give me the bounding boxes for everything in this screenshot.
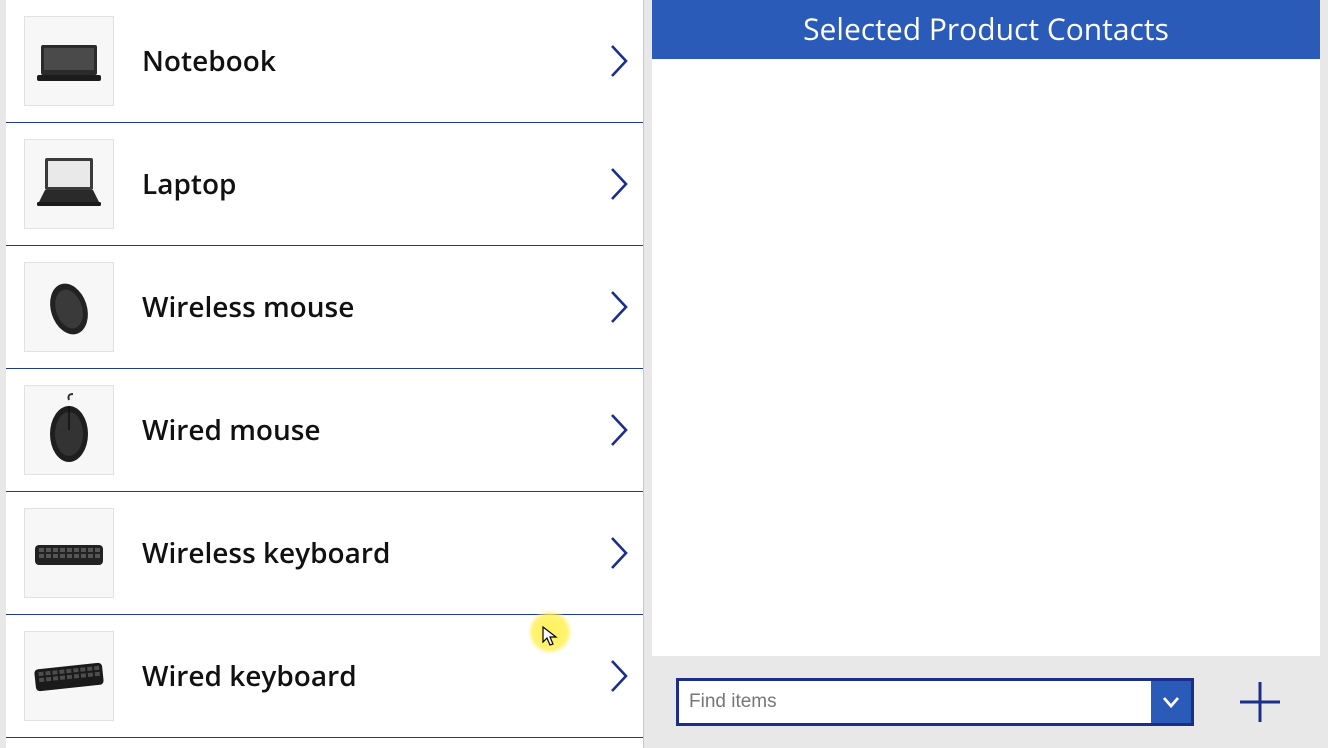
chevron-right-icon	[603, 654, 635, 698]
laptop-closed-icon	[29, 21, 109, 101]
keyboard-icon	[29, 513, 109, 593]
product-row-notebook[interactable]: Notebook	[6, 0, 643, 123]
product-row-wired-mouse[interactable]: Wired mouse	[6, 369, 643, 492]
product-list-scroll[interactable]: Notebook Laptop	[6, 0, 643, 748]
chevron-right-icon	[603, 162, 635, 206]
plus-icon	[1236, 678, 1284, 726]
add-button[interactable]	[1234, 676, 1286, 728]
chevron-right-icon	[603, 285, 635, 329]
mouse-icon	[29, 267, 109, 347]
laptop-open-icon	[29, 144, 109, 224]
product-label: Wireless keyboard	[114, 534, 603, 572]
contacts-header: Selected Product Contacts	[652, 0, 1320, 59]
combo-dropdown-button[interactable]	[1151, 681, 1191, 723]
product-thumb-notebook	[24, 16, 114, 106]
product-row-wireless-mouse[interactable]: Wireless mouse	[6, 246, 643, 369]
product-label: Wired keyboard	[114, 657, 603, 695]
mouse-wired-icon	[29, 390, 109, 470]
product-label: Laptop	[114, 165, 603, 203]
product-thumb-wireless-mouse	[24, 262, 114, 352]
product-thumb-laptop	[24, 139, 114, 229]
product-row-laptop[interactable]: Laptop	[6, 123, 643, 246]
find-items-input[interactable]	[679, 681, 1151, 723]
product-row-wired-keyboard[interactable]: Wired keyboard	[6, 615, 643, 738]
chevron-down-icon	[1162, 695, 1180, 709]
product-row-wireless-keyboard[interactable]: Wireless keyboard	[6, 492, 643, 615]
product-thumb-wired-mouse	[24, 385, 114, 475]
contacts-footer	[644, 656, 1328, 748]
product-list-pane: Notebook Laptop	[0, 0, 644, 748]
product-thumb-wireless-keyboard	[24, 508, 114, 598]
contacts-pane: Selected Product Contacts	[644, 0, 1328, 748]
keyboard-icon	[29, 636, 109, 716]
find-items-combo[interactable]	[676, 678, 1194, 726]
product-label: Wireless mouse	[114, 288, 603, 326]
contacts-body[interactable]	[652, 59, 1320, 656]
product-thumb-wired-keyboard	[24, 631, 114, 721]
chevron-right-icon	[603, 531, 635, 575]
product-label: Notebook	[114, 42, 603, 80]
chevron-right-icon	[603, 39, 635, 83]
chevron-right-icon	[603, 408, 635, 452]
app-root: Notebook Laptop	[0, 0, 1328, 748]
product-label: Wired mouse	[114, 411, 603, 449]
